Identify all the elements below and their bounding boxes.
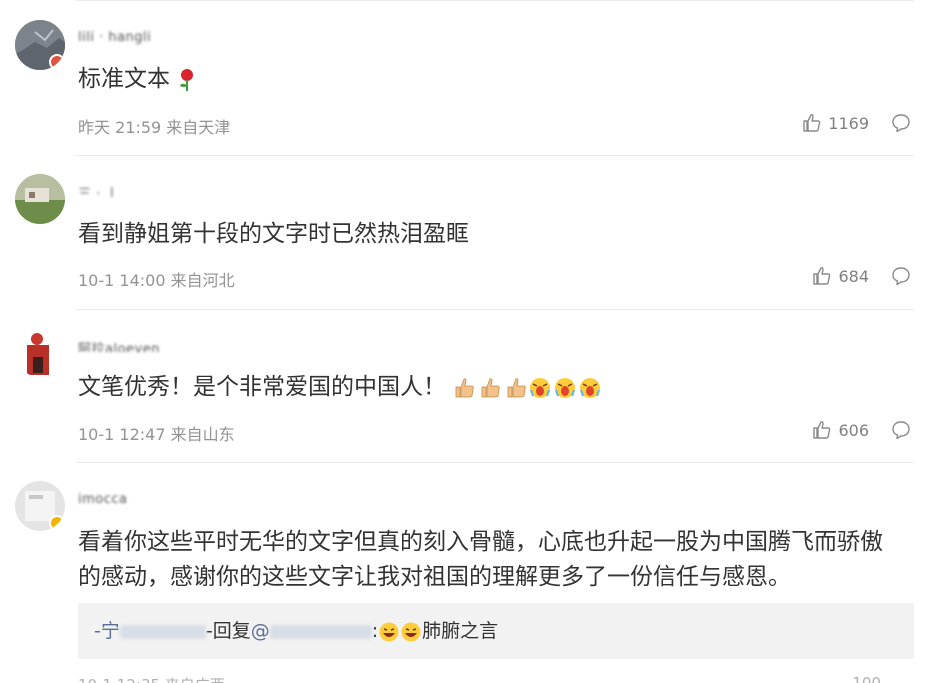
thumbs-up-icon	[813, 421, 831, 439]
comment-text: 看着你这些平时无华的文字但真的刻入骨髓，心底也升起一股为中国腾飞而骄傲的感动，感…	[78, 529, 883, 590]
comment-text: 看到静姐第十段的文字时已然热泪盈眶	[78, 221, 469, 247]
username[interactable]: lili · hangli	[78, 30, 151, 44]
like-button[interactable]: 684	[812, 266, 869, 286]
avatar-image	[15, 174, 65, 224]
comment-icon[interactable]	[891, 266, 911, 286]
location: 来自河北	[170, 271, 235, 290]
reply-box: -宁 -回复@: 肺腑之言	[78, 603, 914, 659]
divider	[76, 309, 914, 310]
comment-icon[interactable]	[891, 420, 911, 440]
location: 来自天津	[166, 118, 231, 137]
comment-actions: 684	[812, 266, 911, 286]
thumbs-up-icon	[813, 267, 831, 285]
top-divider	[76, 0, 914, 1]
thumbs-up-icon	[803, 114, 821, 132]
avatar-image	[15, 327, 65, 377]
avatar[interactable]	[15, 481, 65, 531]
like-count: 100	[852, 674, 881, 683]
comment-text-content: 文笔优秀！是个非常爱国的中国人！	[78, 374, 446, 400]
verified-badge-icon	[49, 515, 65, 531]
comment-text: 标准文本	[78, 62, 901, 97]
comment-meta: 10-1 12:47 来自山东	[78, 421, 235, 445]
like-count: 1169	[828, 113, 869, 133]
comment-text-content: 标准文本	[78, 66, 170, 92]
avatar[interactable]	[15, 20, 65, 70]
comment-meta: 昨天 21:59 来自天津	[78, 114, 230, 138]
reply-action: -回复	[205, 620, 251, 642]
redacted-name	[269, 624, 372, 639]
reply-author-link[interactable]: -宁	[94, 620, 206, 642]
reply-mention-link[interactable]: @	[251, 620, 372, 642]
reply-author-prefix: -宁	[94, 620, 120, 642]
like-button[interactable]: 606	[812, 420, 869, 440]
rose-icon	[180, 68, 194, 91]
avatar[interactable]	[15, 327, 65, 377]
reply-mention-at: @	[250, 620, 270, 642]
timestamp: 10-1 12:47	[78, 425, 166, 444]
username[interactable]: 三 · 丨	[78, 183, 119, 197]
comment-icon[interactable]	[891, 113, 911, 133]
verified-badge-icon	[49, 54, 65, 70]
username[interactable]: imocca	[78, 492, 128, 506]
timestamp: 昨天 21:59	[78, 118, 162, 137]
comment-actions: 1169	[802, 113, 911, 133]
like-button[interactable]: 1169	[802, 113, 869, 133]
redacted-name	[119, 624, 206, 639]
comment-text: 文笔优秀！是个非常爱国的中国人！	[78, 370, 901, 405]
laughing-crying-icon	[379, 622, 421, 641]
reaction-emoji-icons	[455, 377, 601, 398]
divider	[76, 462, 914, 463]
divider	[76, 155, 914, 156]
reply-text: 肺腑之言	[422, 620, 499, 642]
like-count: 606	[838, 420, 869, 440]
avatar[interactable]	[15, 174, 65, 224]
comment-meta: 10-1 12:35 来自广西	[78, 674, 225, 683]
comment-actions: 606	[812, 420, 911, 440]
username[interactable]: 阿拉aloeven	[78, 338, 160, 352]
comment-meta: 10-1 14:00 来自河北	[78, 267, 235, 291]
like-count: 684	[838, 266, 869, 286]
timestamp: 10-1 14:00	[78, 271, 166, 290]
location: 来自山东	[170, 425, 235, 444]
